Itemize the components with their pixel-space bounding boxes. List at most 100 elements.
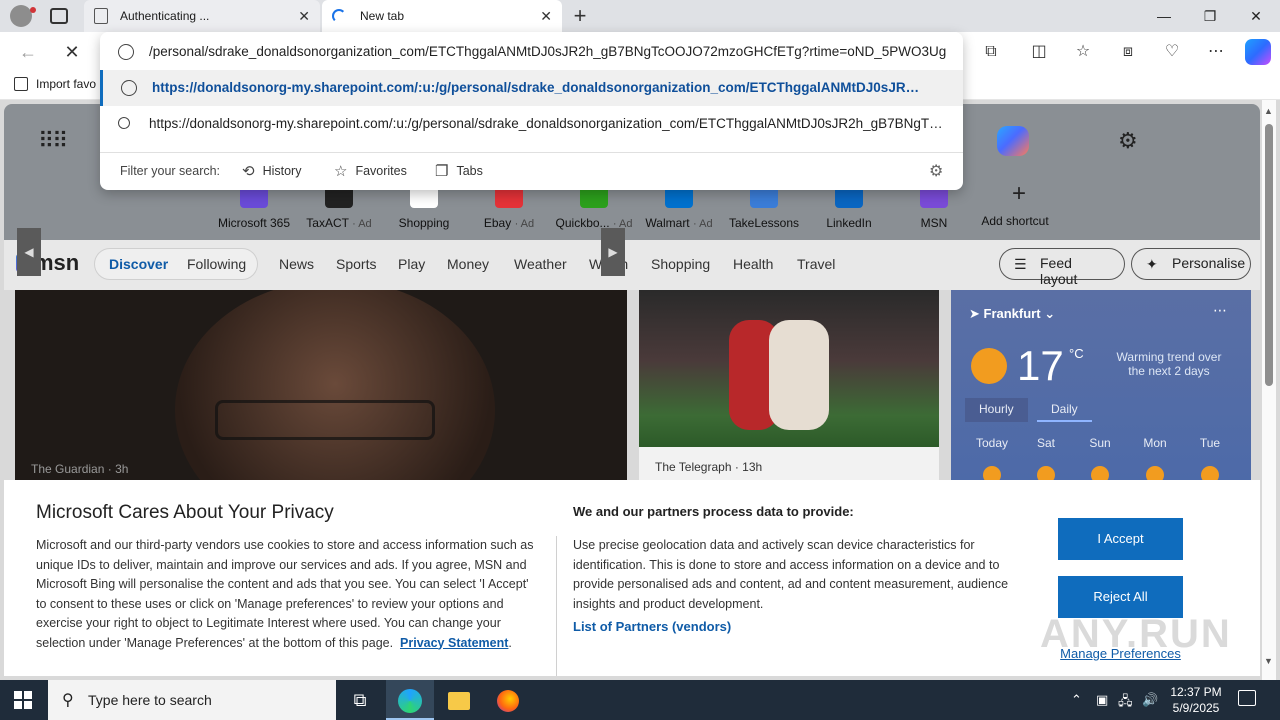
globe-icon <box>118 44 134 60</box>
news-card[interactable]: The Telegraph · 13h <box>639 290 939 480</box>
privacy-body: Microsoft and our third-party vendors us… <box>36 538 534 650</box>
notifications-icon[interactable] <box>1238 690 1256 706</box>
carousel-next-button[interactable]: ▶ <box>601 228 625 276</box>
shortcut-label: Walmart <box>645 216 690 230</box>
back-button[interactable]: ← <box>13 32 43 72</box>
volume-icon[interactable]: 🔊 <box>1142 692 1158 708</box>
partners-link[interactable]: List of Partners (vendors) <box>573 619 731 634</box>
tab-authenticating[interactable]: Authenticating ... ✕ <box>84 0 320 32</box>
loading-spinner-icon <box>332 9 346 23</box>
shortcut-tile[interactable]: Ebay · Ad <box>469 186 549 230</box>
scrollbar-thumb[interactable] <box>1265 124 1273 386</box>
filter-tabs[interactable]: ❐ Tabs <box>435 162 483 180</box>
more-menu-icon[interactable]: ⋯ <box>1203 39 1229 65</box>
shortcut-tile[interactable]: TakeLessons <box>724 186 804 230</box>
shortcut-tile[interactable]: Shopping <box>384 186 464 230</box>
data-processing-heading: We and our partners process data to prov… <box>573 504 854 519</box>
weather-trend[interactable]: Warming trend over the next 2 days <box>1109 350 1229 378</box>
hourly-tab[interactable]: Hourly <box>965 398 1028 422</box>
scroll-up-icon[interactable]: ▲ <box>1264 106 1273 116</box>
filter-history[interactable]: ⟲ History <box>242 162 301 180</box>
suggestion-url[interactable]: https://donaldsonorg-my.sharepoint.com/:… <box>100 70 963 106</box>
add-shortcut-button[interactable]: + <box>999 180 1039 210</box>
msn-nav-item[interactable]: Play <box>398 256 425 272</box>
suggestion-search[interactable]: https://donaldsonorg-my.sharepoint.com/:… <box>100 106 963 142</box>
app-launcher-icon[interactable]: ⠿⠿ <box>38 128 68 154</box>
forecast-day[interactable]: Today <box>972 436 1012 450</box>
forecast-day[interactable]: Tue <box>1190 436 1230 450</box>
feed-layout-button[interactable]: ☰ Feed layout <box>999 248 1125 287</box>
page-settings-icon[interactable]: ⚙ <box>1118 128 1138 154</box>
player-white <box>769 320 829 430</box>
news-card-source: The Telegraph · 13h <box>655 460 763 474</box>
system-clock[interactable]: 12:37 PM 5/9/2025 <box>1162 684 1230 716</box>
shortcut-tile[interactable]: Walmart · Ad <box>639 186 719 230</box>
msn-nav-bar: msn Discover Following News Sports Play Mon… <box>4 240 1260 290</box>
stop-loading-button[interactable]: ✕ <box>57 32 87 72</box>
tab-new-tab[interactable]: New tab ✕ <box>322 0 562 32</box>
minimize-button[interactable]: — <box>1141 0 1187 32</box>
filter-favorites[interactable]: ☆ Favorites <box>334 162 407 180</box>
new-tab-button[interactable]: + <box>569 3 591 29</box>
accept-button[interactable]: I Accept <box>1058 518 1183 560</box>
copilot-icon[interactable] <box>1245 39 1271 65</box>
search-icon: ⚲ <box>62 692 74 709</box>
msn-nav-item[interactable]: Weather <box>514 256 567 272</box>
file-explorer-icon[interactable] <box>435 680 483 720</box>
tab-label: New tab <box>360 9 405 23</box>
msn-nav-item[interactable]: News <box>279 256 314 272</box>
tray-chevron-icon[interactable]: ⌃ <box>1071 692 1082 708</box>
import-favorites-button[interactable]: Import favo <box>14 77 96 91</box>
forecast-day[interactable]: Sun <box>1080 436 1120 450</box>
page-scrollbar[interactable]: ▲ ▼ <box>1262 100 1276 680</box>
shortcut-tile[interactable]: LinkedIn <box>809 186 889 230</box>
address-input[interactable]: /personal/sdrake_donaldsonorganization_c… <box>100 34 963 70</box>
maximize-button[interactable]: ❐ <box>1187 0 1233 32</box>
msn-nav-item[interactable]: Shopping <box>651 256 710 272</box>
carousel-prev-button[interactable]: ◀ <box>17 228 41 276</box>
msn-nav-item[interactable]: Travel <box>797 256 835 272</box>
msn-nav-item[interactable]: Health <box>733 256 773 272</box>
personalise-button[interactable]: ✦ Personalise <box>1131 248 1251 280</box>
search-settings-icon[interactable]: ⚙ <box>929 161 943 181</box>
collections-icon[interactable]: ⧈ <box>1115 39 1141 65</box>
shortcut-tile[interactable]: Quickbo... · Ad <box>554 186 634 230</box>
task-view-icon[interactable]: ⧉ <box>336 680 384 720</box>
browser-essentials-icon[interactable]: ♡ <box>1159 39 1185 65</box>
forecast-day[interactable]: Sat <box>1026 436 1066 450</box>
tab-close-icon[interactable]: ✕ <box>298 8 310 25</box>
shortcut-tile[interactable]: Microsoft 365 <box>214 186 294 230</box>
msn-nav-item[interactable]: Money <box>447 256 489 272</box>
shortcut-label: Shopping <box>398 216 450 230</box>
tab-close-icon[interactable]: ✕ <box>540 8 552 25</box>
start-button[interactable] <box>14 691 32 709</box>
weather-more-icon[interactable]: ⋯ <box>1213 302 1227 319</box>
weather-card[interactable]: ➤ Frankfurt ⌄ ⋯ 17 °C Warming trend over… <box>951 290 1251 484</box>
device-icon[interactable]: ▣ <box>1096 692 1108 708</box>
discover-tab[interactable]: Discover <box>109 256 168 272</box>
privacy-statement-link[interactable]: Privacy Statement <box>400 636 508 650</box>
firefox-icon[interactable] <box>484 680 532 720</box>
add-shortcut-label[interactable]: Add shortcut <box>975 214 1055 228</box>
extensions-icon[interactable]: ⧉ <box>978 39 1004 65</box>
msn-nav-item[interactable]: Sports <box>336 256 376 272</box>
shortcut-tile[interactable]: MSN <box>894 186 974 230</box>
network-icon[interactable]: 🖧 <box>1118 692 1133 714</box>
edge-taskbar-icon[interactable] <box>386 680 434 720</box>
scroll-down-icon[interactable]: ▼ <box>1264 656 1273 666</box>
following-tab[interactable]: Following <box>187 256 246 272</box>
favorites-icon[interactable]: ☆ <box>1070 39 1096 65</box>
hero-carousel[interactable]: The Guardian · 3h <box>15 290 627 480</box>
copilot-logo-icon[interactable] <box>997 126 1029 156</box>
shortcut-tile[interactable]: TaxACT · Ad <box>299 186 379 230</box>
weather-location[interactable]: ➤ Frankfurt ⌄ <box>969 306 1055 322</box>
close-window-button[interactable]: ✕ <box>1233 0 1279 32</box>
taskbar-search[interactable]: ⚲ Type here to search <box>48 680 336 720</box>
profile-avatar[interactable] <box>10 5 36 27</box>
page-icon <box>94 8 108 24</box>
split-screen-icon[interactable]: ◫ <box>1026 39 1052 65</box>
shortcut-label: TaxACT <box>306 216 349 230</box>
daily-tab[interactable]: Daily <box>1037 398 1092 422</box>
forecast-day[interactable]: Mon <box>1135 436 1175 450</box>
tab-actions-icon[interactable] <box>50 8 68 24</box>
